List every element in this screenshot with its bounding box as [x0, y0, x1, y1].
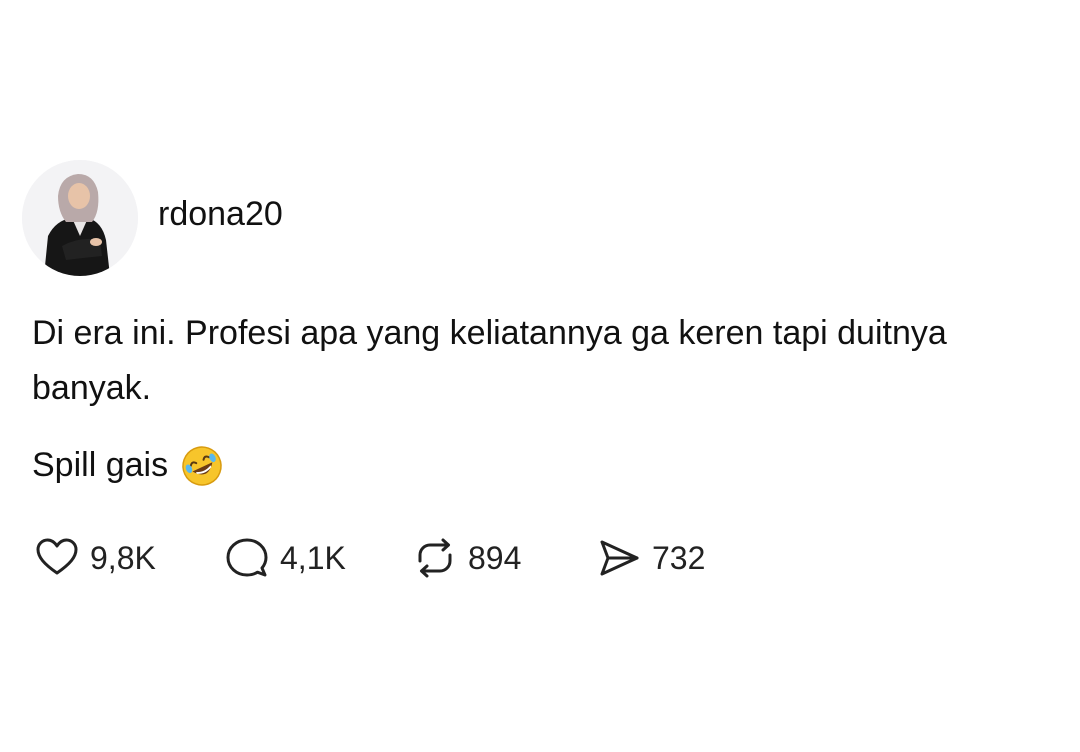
avatar[interactable]: [22, 160, 138, 276]
repost-count: 894: [468, 539, 522, 576]
username[interactable]: rdona20: [158, 195, 283, 234]
repost-button[interactable]: 894: [412, 535, 596, 581]
send-icon: [596, 535, 642, 581]
repost-icon: [412, 535, 458, 581]
post-text-second-label: Spill gais: [32, 446, 169, 484]
post-text: Di era ini. Profesi apa yang keliatannya…: [32, 314, 947, 407]
rolling-on-floor-laughing-emoji-icon: [180, 444, 224, 488]
post-text-second: Spill gais: [32, 438, 1022, 493]
speech-bubble-icon: [224, 535, 270, 581]
heart-icon: [34, 535, 80, 581]
like-count: 9,8K: [90, 539, 156, 576]
post-card: rdona20 Di era ini. Profesi apa yang kel…: [22, 160, 1042, 583]
share-button[interactable]: 732: [596, 535, 705, 581]
reply-button[interactable]: 4,1K: [224, 535, 412, 581]
like-button[interactable]: 9,8K: [34, 535, 224, 581]
post-header: rdona20: [22, 160, 1042, 276]
reply-count: 4,1K: [280, 539, 346, 576]
post-actions: 9,8K 4,1K 894 732: [22, 533, 1042, 583]
share-count: 732: [652, 539, 706, 576]
post-body: Di era ini. Profesi apa yang keliatannya…: [22, 306, 1042, 493]
